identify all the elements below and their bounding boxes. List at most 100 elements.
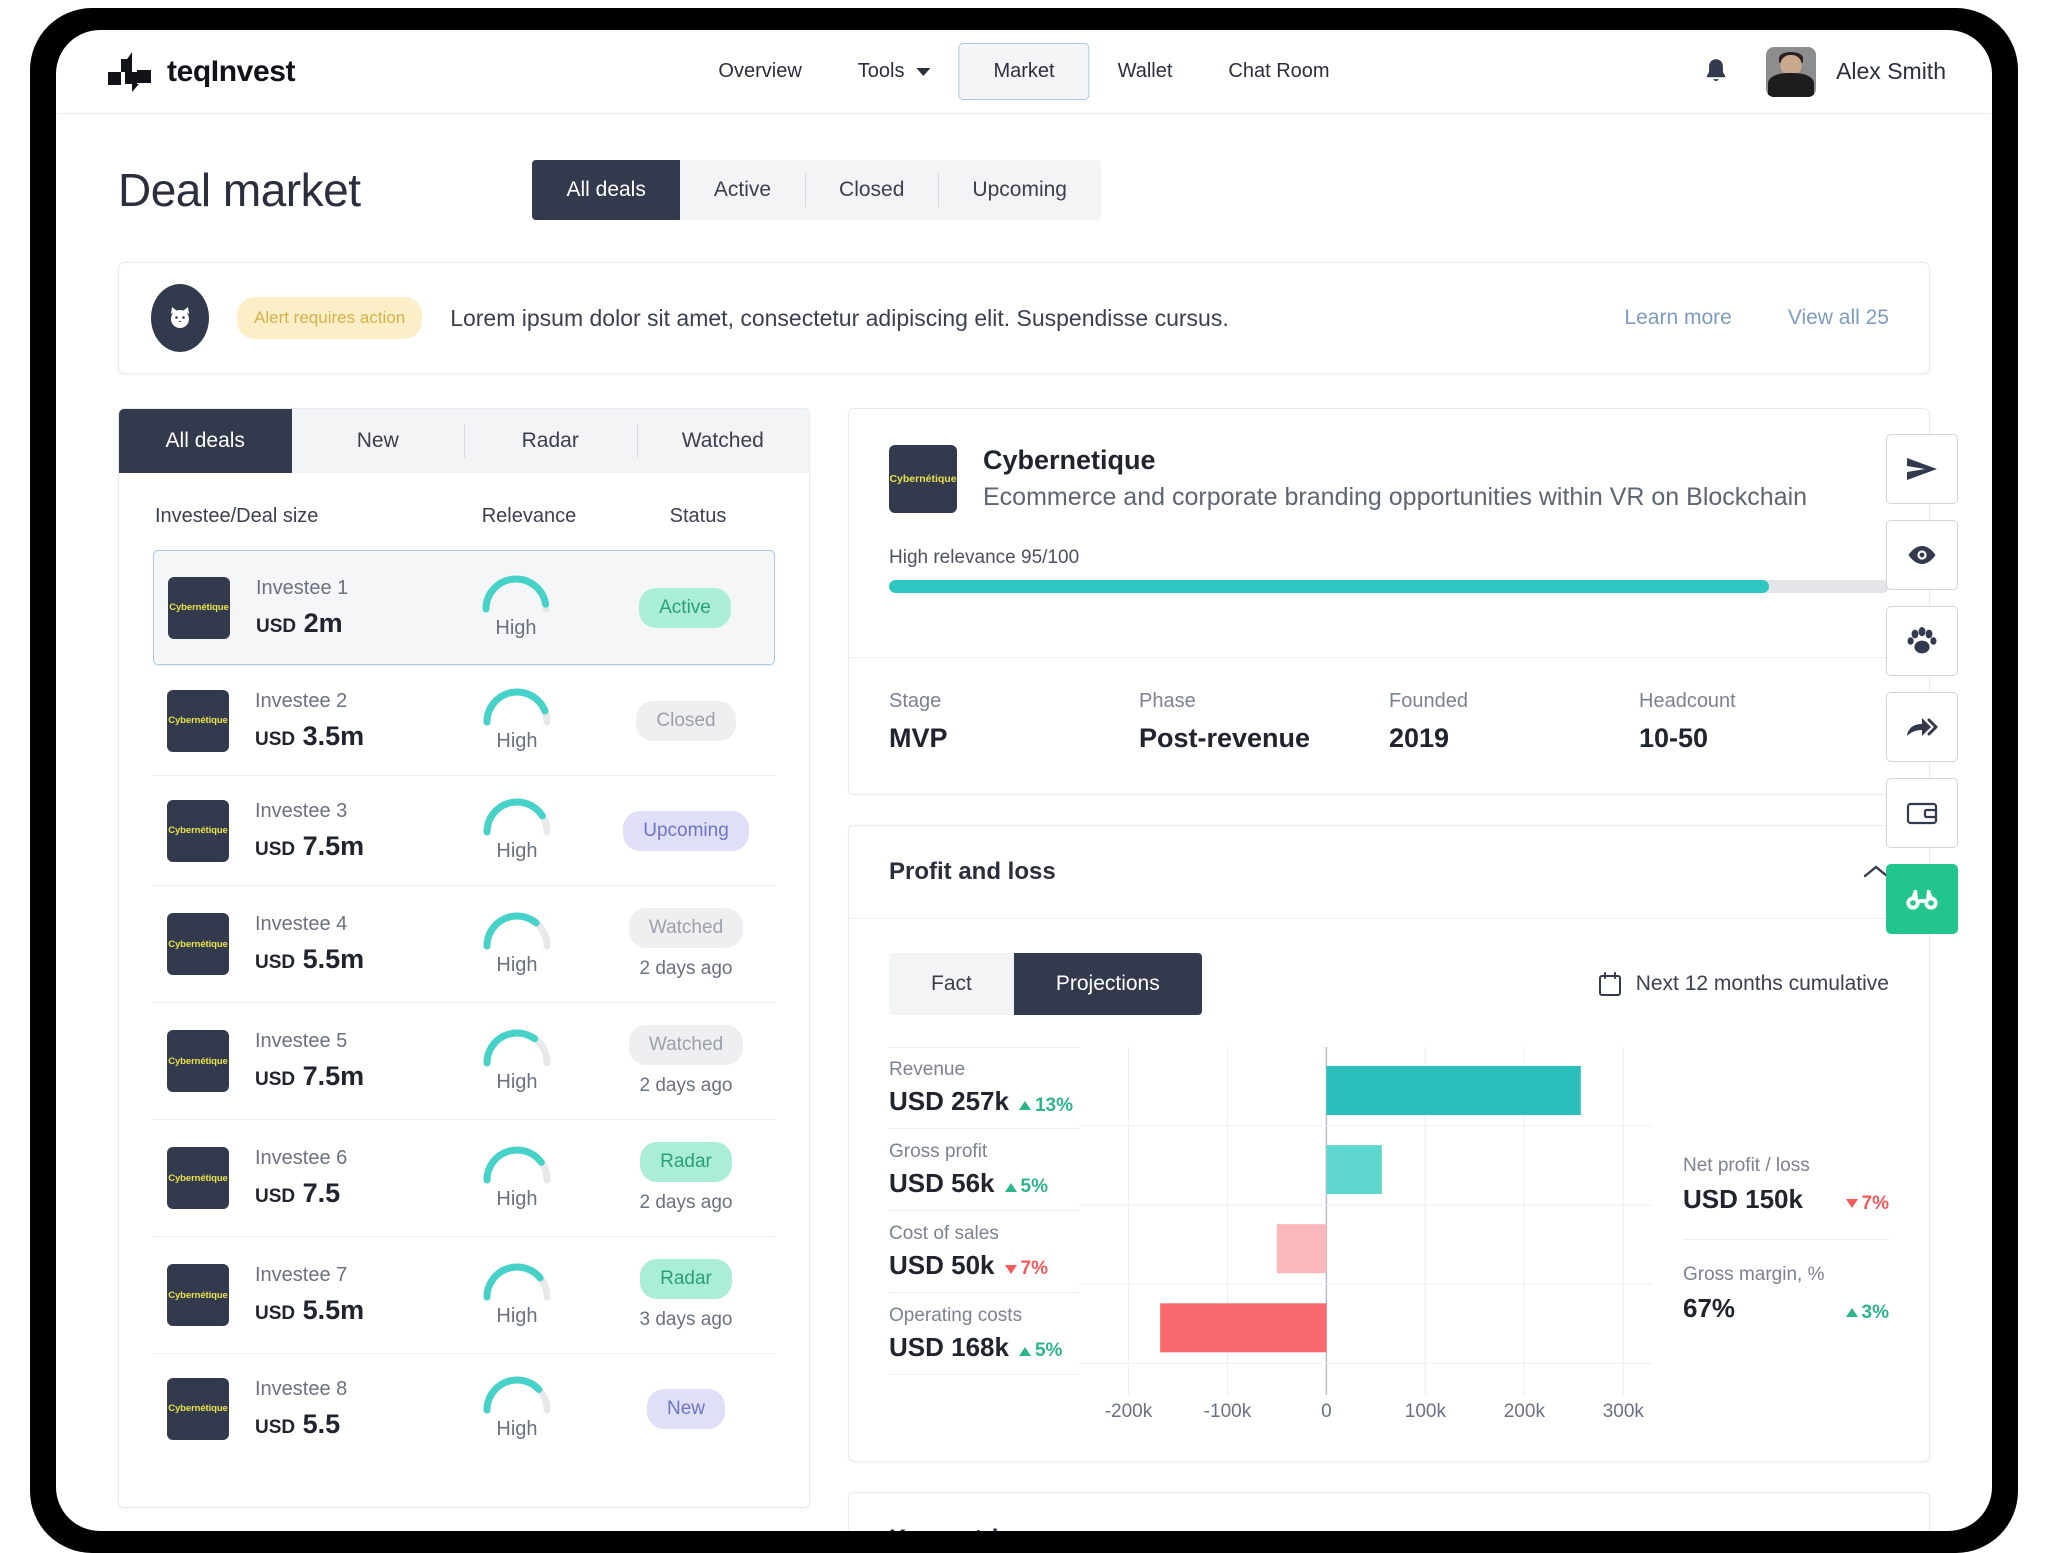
company-logo-text: Cybernétique <box>889 473 957 485</box>
page-content: Deal market All deals Active Closed Upco… <box>56 114 1992 1531</box>
axis-tick-label: 300k <box>1602 1401 1644 1422</box>
axis-tick-label: 100k <box>1404 1401 1446 1422</box>
column-header-investee: Investee/Deal size <box>155 505 319 527</box>
nav-item-tools[interactable]: Tools <box>830 46 959 97</box>
chart-side-metrics: Net profit / loss USD 150k 7% Gross marg… <box>1653 1047 1889 1435</box>
table-row[interactable]: Cybernétique Investee 1 USD 2m High Acti… <box>153 550 775 665</box>
deal-size: USD 5.5m <box>255 944 365 974</box>
nav-item-overview[interactable]: Overview <box>690 46 829 97</box>
investee-info: Investee 3 USD 7.5m <box>255 800 423 862</box>
table-row[interactable]: Cybernétique Investee 4 USD 5.5m High Wa… <box>153 885 775 1002</box>
brand-name: teqInvest <box>167 54 296 88</box>
deal-tab-radar[interactable]: Radar <box>464 409 637 473</box>
watch-button[interactable] <box>1886 520 1958 590</box>
axis-tick-label: 0 <box>1321 1401 1332 1422</box>
follow-button[interactable] <box>1886 606 1958 676</box>
toggle-projections[interactable]: Projections <box>1013 953 1202 1015</box>
investee-logo: Cybernétique <box>167 1377 229 1440</box>
period-selector[interactable]: Next 12 months cumulative <box>1598 971 1889 997</box>
teqinvest-logo-icon <box>108 51 151 92</box>
profit-loss-title: Profit and loss <box>889 858 1056 885</box>
side-metric: Gross margin, % 67% 3% <box>1683 1240 1889 1348</box>
chart-metric-delta: 5% <box>1004 1176 1048 1198</box>
relevance-meter: High relevance 95/100 <box>889 547 1889 593</box>
profit-loss-header: Profit and loss <box>849 826 1929 918</box>
investee-logo: Cybernétique <box>167 1147 229 1209</box>
table-row[interactable]: Cybernétique Investee 3 USD 7.5m High Up… <box>153 775 775 885</box>
tab-active[interactable]: Active <box>680 160 805 220</box>
investee-name: Investee 3 <box>255 799 348 822</box>
deal-size: USD 5.5m <box>255 1295 365 1325</box>
deal-size: USD 2m <box>256 607 343 638</box>
chart-metric-value: USD 56k 5% <box>889 1167 1048 1198</box>
status-cell: Radar 3 days ago <box>611 1259 761 1331</box>
stat-label: Founded <box>1389 690 1468 712</box>
chart-metric-label: Gross profit <box>889 1140 988 1162</box>
chart-metric-label: Cost of sales <box>889 1222 999 1244</box>
table-row[interactable]: Cybernétique Investee 8 USD 5.5 High New <box>153 1353 775 1463</box>
view-all-link[interactable]: View all 25 <box>1788 306 1889 330</box>
binoculars-button[interactable] <box>1886 864 1958 934</box>
chevron-down-icon <box>916 67 931 76</box>
tab-all-deals[interactable]: All deals <box>532 160 680 220</box>
relevance-gauge-icon <box>483 1263 551 1300</box>
deal-tab-watched[interactable]: Watched <box>636 409 810 473</box>
toggle-fact[interactable]: Fact <box>889 953 1014 1015</box>
table-row[interactable]: Cybernétique Investee 6 USD 7.5 High Rad… <box>153 1119 775 1236</box>
status-cell: Closed <box>611 700 761 741</box>
table-row[interactable]: Cybernétique Investee 7 USD 5.5m High Ra… <box>153 1236 775 1353</box>
stat-label: Headcount <box>1639 690 1736 712</box>
deal-status-tabs: All deals Active Closed Upcoming <box>532 160 1101 220</box>
investee-info: Investee 6 USD 7.5 <box>255 1147 423 1209</box>
action-rail <box>1886 434 1958 934</box>
table-row[interactable]: Cybernétique Investee 5 USD 7.5m High Wa… <box>153 1002 775 1119</box>
chart-x-axis: -200k -100k 0 100k 200k 300k <box>1079 1401 1653 1435</box>
status-badge: Upcoming <box>623 810 749 851</box>
stat-value: MVP <box>889 723 948 753</box>
investee-logo: Cybernétique <box>167 913 229 975</box>
deal-size: USD 7.5m <box>255 1061 365 1091</box>
deal-list-panel: All deals New Radar Watched Investee/Dea… <box>118 408 810 1508</box>
status-badge: Radar <box>640 1142 732 1182</box>
relevance-value: High <box>496 1070 538 1093</box>
investee-logo-text: Cybernétique <box>169 602 229 613</box>
deal-tab-all-deals[interactable]: All deals <box>119 409 292 473</box>
tab-closed[interactable]: Closed <box>805 160 938 220</box>
deal-size: USD 7.5m <box>255 830 365 861</box>
investee-name: Investee 4 <box>255 913 348 935</box>
nav-item-market[interactable]: Market <box>958 43 1090 100</box>
status-cell: Radar 2 days ago <box>611 1142 761 1214</box>
status-timestamp: 3 days ago <box>639 1309 733 1330</box>
nav-item-wallet[interactable]: Wallet <box>1090 46 1201 97</box>
relevance-cell: High <box>423 1376 611 1441</box>
investee-info: Investee 2 USD 3.5m <box>255 690 423 752</box>
profit-loss-body: Fact Projections Next 12 months cumulati… <box>849 918 1929 1461</box>
deal-size: USD 7.5 <box>255 1178 341 1208</box>
table-row[interactable]: Cybernétique Investee 2 USD 3.5m High Cl… <box>153 665 775 775</box>
status-cell: Upcoming <box>611 810 761 851</box>
relevance-value: High <box>496 840 538 862</box>
status-badge: New <box>646 1388 725 1429</box>
investee-name: Investee 6 <box>255 1147 348 1169</box>
calendar-icon <box>1598 972 1621 996</box>
avatar <box>1766 46 1817 97</box>
nav-right-group: Alex Smith <box>1702 46 1946 97</box>
axis-tick-label: -200k <box>1104 1401 1153 1422</box>
user-menu[interactable]: Alex Smith <box>1766 46 1946 97</box>
wallet-button[interactable] <box>1886 778 1958 848</box>
investee-info: Investee 1 USD 2m <box>256 577 422 639</box>
status-cell: Watched 2 days ago <box>611 1025 761 1097</box>
main-area: All deals New Radar Watched Investee/Dea… <box>118 408 1930 1531</box>
learn-more-link[interactable]: Learn more <box>1624 306 1731 330</box>
side-metric-value: 67% 3% <box>1683 1293 1889 1323</box>
send-button[interactable] <box>1886 434 1958 504</box>
nav-item-chat-room[interactable]: Chat Room <box>1200 46 1357 97</box>
forward-button[interactable] <box>1886 692 1958 762</box>
deal-tab-new[interactable]: New <box>292 409 465 473</box>
brand-logo[interactable]: teqInvest <box>108 51 296 92</box>
bell-icon[interactable] <box>1702 57 1730 87</box>
status-badge: Alert requires action <box>237 297 423 339</box>
tab-upcoming[interactable]: Upcoming <box>938 160 1101 220</box>
chart-metric-value: USD 257k 13% <box>889 1086 1073 1116</box>
investee-name: Investee 2 <box>255 689 348 712</box>
